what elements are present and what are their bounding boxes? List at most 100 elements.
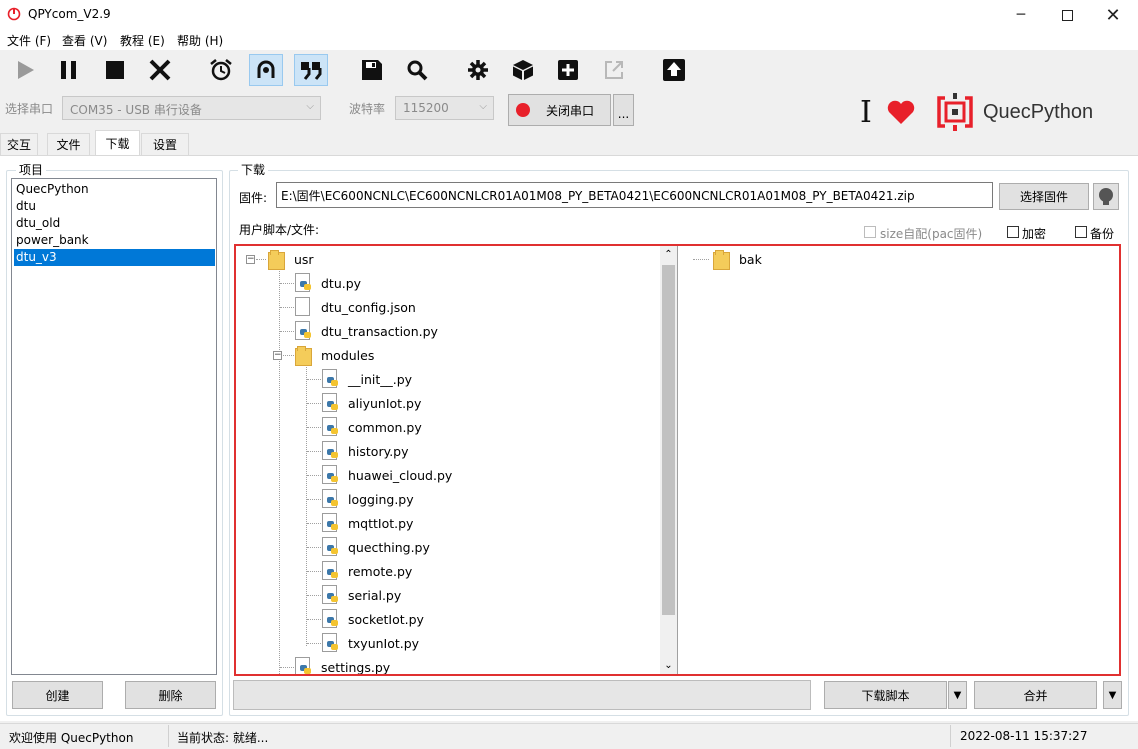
tree-file[interactable]: dtu_config.json [295,295,416,319]
list-item[interactable]: QuecPython [14,181,215,198]
text-cursor-icon: I [860,95,872,130]
download-group-title: 下载 [238,161,269,178]
firmware-path-field[interactable]: E:\固件\EC600NCNLC\EC600NCNLCR01A01M08_PY_… [276,182,993,208]
tree-file[interactable]: dtu.py [295,271,361,295]
quote-button[interactable] [294,54,328,86]
tree-folder-bak[interactable]: bak [713,247,762,271]
tree-file[interactable]: quecthing.py [322,535,430,559]
encrypt-label: 加密 [1022,227,1047,241]
tab-files[interactable]: 文件 [47,133,90,155]
clear-button[interactable] [143,54,177,86]
tree-guide [307,595,321,596]
add-button[interactable] [551,54,585,86]
menu-help[interactable]: 帮助 (H) [177,32,223,49]
download-script-button[interactable]: 下载脚本 [824,681,947,709]
collapse-toggle[interactable]: − [246,255,255,264]
close-port-button[interactable]: 关闭串口 [508,94,611,126]
tree-label: serial.py [348,587,402,603]
python-file-icon [322,561,339,581]
python-file-icon [322,633,339,653]
firmware-info-button[interactable] [1093,183,1119,210]
tree-label: txyunIot.py [348,635,420,651]
tree-label: __init__.py [348,371,413,387]
delete-button[interactable]: 删除 [125,681,216,709]
encrypt-checkbox[interactable] [1007,226,1019,238]
tree-scrollbar[interactable]: ⌃ ⌄ [660,246,677,674]
tree-file[interactable]: logging.py [322,487,414,511]
upload-button[interactable] [657,54,691,86]
menu-file[interactable]: 文件 (F) [7,32,51,49]
tree-file[interactable]: txyunIot.py [322,631,419,655]
tree-file[interactable]: dtu_transaction.py [295,319,438,343]
more-button[interactable]: ... [613,94,634,126]
list-item-selected[interactable]: dtu_v3 [14,249,215,266]
settings-button[interactable] [461,54,495,86]
tree-file[interactable]: remote.py [322,559,412,583]
tree-splitter[interactable] [677,246,678,674]
merge-options-button[interactable]: ▼ [1103,681,1122,709]
select-firmware-button[interactable]: 选择固件 [999,183,1089,210]
tree-file[interactable]: socketIot.py [322,607,424,631]
lightbulb-icon [1099,187,1113,205]
tab-settings[interactable]: 设置 [141,133,189,155]
package-button[interactable] [506,54,540,86]
loop-button[interactable] [249,54,283,86]
scroll-down-icon[interactable]: ⌄ [660,657,677,674]
gear-icon [468,60,488,80]
tree-label: logging.py [348,491,414,507]
list-item[interactable]: dtu_old [14,215,215,232]
scroll-thumb[interactable] [662,265,675,615]
tree-folder-modules[interactable]: modules [295,343,374,367]
scroll-up-icon[interactable]: ⌃ [660,246,677,263]
status-divider [950,725,951,747]
project-list[interactable]: QuecPython dtu dtu_old power_bank dtu_v3 [11,178,217,675]
search-button[interactable] [400,54,434,86]
menu-view[interactable]: 查看 (V) [62,32,107,49]
status-datetime: 2022-08-11 15:37:27 [960,729,1088,743]
menu-tutorial[interactable]: 教程 (E) [120,32,165,49]
tree-file[interactable]: history.py [322,439,409,463]
baud-select[interactable]: 115200 ⌵ [395,96,494,120]
pause-button[interactable] [52,54,86,86]
create-button[interactable]: 创建 [12,681,103,709]
stop-button[interactable] [98,54,132,86]
tree-file[interactable]: settings.py [295,655,390,674]
tree-label: dtu.py [321,275,362,291]
list-item[interactable]: power_bank [14,232,215,249]
tree-guide [307,403,321,404]
backup-checkbox[interactable] [1075,226,1087,238]
tab-download[interactable]: 下载 [95,130,140,155]
tree-guide [307,499,321,500]
python-file-icon [322,489,339,509]
size-auto-checkbox[interactable] [864,226,876,238]
merge-button[interactable]: 合并 [974,681,1097,709]
tree-file[interactable]: __init__.py [322,367,412,391]
stop-icon [106,61,124,79]
timer-button[interactable] [204,54,238,86]
maximize-button[interactable] [1044,0,1090,30]
collapse-toggle[interactable]: − [273,351,282,360]
tree-file[interactable]: mqttIot.py [322,511,413,535]
tree-folder-usr[interactable]: usr [268,247,314,271]
save-button[interactable] [355,54,389,86]
download-options-button[interactable]: ▼ [948,681,967,709]
tree-label: dtu_transaction.py [321,323,438,339]
port-select[interactable]: COM35 - USB 串行设备 ⌵ [62,96,321,120]
tree-file[interactable]: common.py [322,415,422,439]
run-button[interactable] [8,54,42,86]
close-icon: ✕ [1105,4,1121,26]
close-window-button[interactable]: ✕ [1090,0,1136,30]
user-files-label: 用户脚本/文件: [239,223,320,237]
tree-file[interactable]: aliyunIot.py [322,391,421,415]
close-x-icon [149,59,171,81]
tab-interact[interactable]: 交互 [0,133,38,155]
tree-file[interactable]: huawei_cloud.py [322,463,452,487]
status-divider [168,725,169,747]
project-group-title: 项目 [16,161,47,178]
minimize-button[interactable]: ─ [998,0,1044,30]
list-item[interactable]: dtu [14,198,215,215]
search-icon [407,60,428,81]
export-button[interactable] [597,54,631,86]
upload-icon [663,59,685,81]
tree-file[interactable]: serial.py [322,583,401,607]
